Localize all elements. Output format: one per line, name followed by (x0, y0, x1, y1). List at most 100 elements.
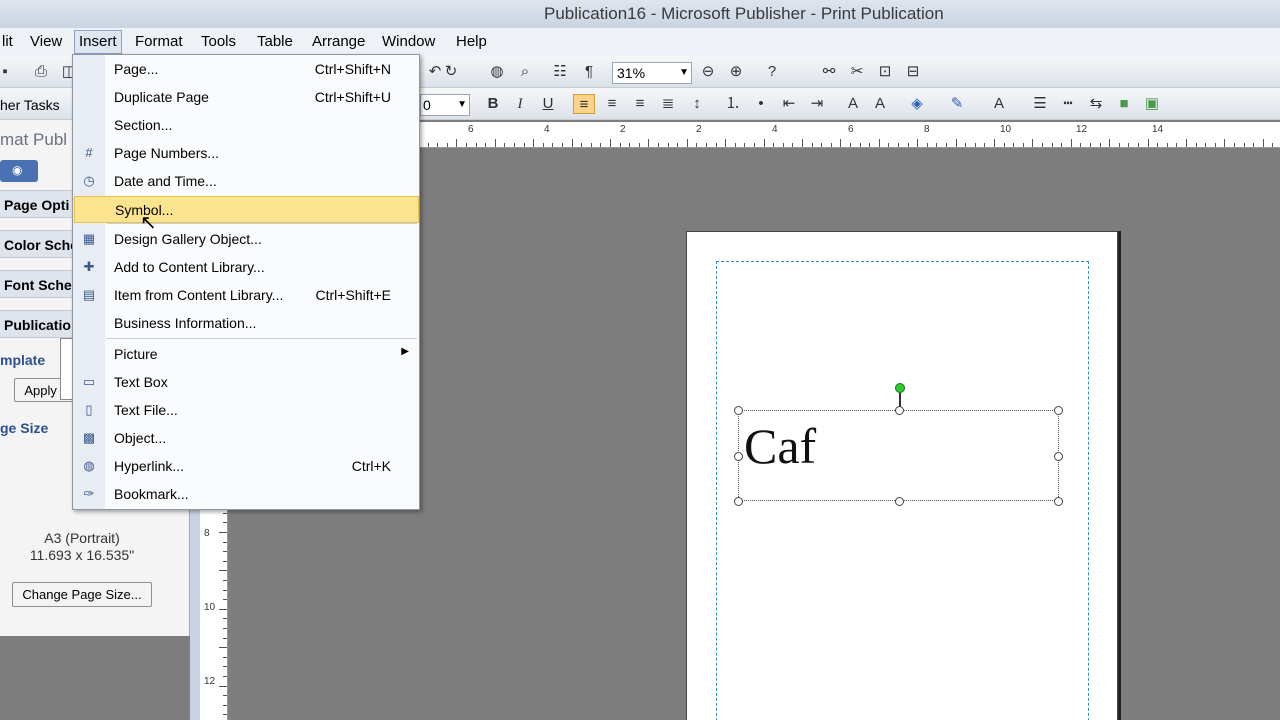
menu-item-page[interactable]: Page... Ctrl+Shift+N (74, 56, 419, 83)
horizontal-ruler[interactable]: 6 4 2 2 4 6 8 10 12 14 (418, 122, 1280, 148)
redo-icon[interactable]: ↻ (440, 62, 462, 82)
ruler-tick (677, 143, 679, 147)
text-box-content[interactable]: Caf (744, 417, 816, 475)
menu-help[interactable]: Help (452, 33, 491, 50)
bullets-icon[interactable]: • (750, 94, 772, 114)
ruler-tick (437, 143, 439, 147)
menu-arrange[interactable]: Arrange (308, 33, 369, 50)
unlink-icon[interactable]: ✂ (846, 62, 868, 82)
resize-handle-r[interactable] (1054, 452, 1063, 461)
menu-item-object[interactable]: ▩ Object... (74, 425, 419, 452)
menu-window[interactable]: Window (378, 33, 439, 50)
menu-item-page-numbers[interactable]: # Page Numbers... (74, 140, 419, 167)
ruler-tick (1138, 143, 1139, 147)
help-icon[interactable]: ? (761, 62, 783, 82)
ruler-label: 10 (1000, 124, 1012, 135)
menu-item-text-box[interactable]: ▭ Text Box (74, 369, 419, 396)
title-bar: Publication16 - Microsoft Publisher - Pr… (0, 0, 1280, 28)
change-page-size-button[interactable]: Change Page Size... (12, 582, 152, 607)
ruler-tick (1042, 143, 1043, 147)
resize-handle-tl[interactable] (734, 406, 743, 415)
add-content-library-icon: ✚ (83, 259, 95, 274)
publisher-tasks-label[interactable]: her Tasks (0, 92, 80, 116)
columns-icon[interactable]: ☷ (549, 62, 571, 82)
ruler-tick (782, 143, 784, 147)
grow-font-icon[interactable]: A (869, 94, 891, 114)
resize-handle-b[interactable] (895, 497, 904, 506)
justify-icon[interactable]: ≣ (657, 94, 679, 114)
menu-bar: lit View Insert Format Tools Table Arran… (0, 28, 1280, 56)
menu-view[interactable]: View (26, 33, 66, 50)
ruler-tick (1176, 143, 1178, 147)
dash-style-icon[interactable]: ┅ (1057, 94, 1079, 114)
align-left-icon[interactable]: ≡ (573, 94, 595, 114)
task-pane-nav-button[interactable]: ◉ (0, 160, 38, 182)
frame2-icon[interactable]: ⊟ (902, 62, 924, 82)
zoom-out-icon[interactable]: ⊖ (697, 62, 719, 82)
shrink-font-icon[interactable]: A (842, 94, 864, 114)
menu-item-duplicate-page[interactable]: Duplicate Page Ctrl+Shift+U (74, 84, 419, 111)
line-spacing-icon[interactable]: ↕ (686, 94, 708, 114)
italic-icon[interactable]: I (509, 94, 531, 114)
resize-handle-l[interactable] (734, 452, 743, 461)
shadow-icon[interactable]: ■ (1113, 94, 1135, 114)
ruler-tick (223, 618, 227, 620)
menu-item-label: Business Information... (114, 315, 257, 331)
ruler-label: 6 (468, 124, 474, 135)
menu-item-hyperlink[interactable]: ◍ Hyperlink... Ctrl+K (74, 453, 419, 480)
fill-color-icon[interactable]: ◈ (906, 94, 928, 114)
increase-indent-icon[interactable]: ⇥ (806, 94, 828, 114)
resize-handle-t[interactable] (895, 406, 904, 415)
arrow-style-icon[interactable]: ⇆ (1085, 94, 1107, 114)
ruler-tick (514, 143, 515, 147)
align-center-icon[interactable]: ≡ (601, 94, 623, 114)
menu-item-add-content-library[interactable]: ✚ Add to Content Library... (74, 254, 419, 281)
underline-icon[interactable]: U (537, 94, 559, 114)
ruler-tick (219, 685, 227, 687)
resize-handle-tr[interactable] (1054, 406, 1063, 415)
zoom-select[interactable]: 31% ▼ (612, 62, 692, 84)
ruler-tick (219, 532, 227, 533)
menu-tools[interactable]: Tools (197, 33, 240, 50)
menu-item-picture[interactable]: Picture ▶ (74, 341, 419, 368)
print-icon[interactable]: ⎙ (30, 62, 52, 82)
frame-icon[interactable]: ⊡ (874, 62, 896, 82)
line-style-icon[interactable]: ☰ (1029, 94, 1051, 114)
rotation-handle[interactable] (895, 383, 905, 393)
save-icon[interactable]: ▪ (0, 62, 16, 82)
link-icon[interactable]: ⚯ (818, 62, 840, 82)
menu-format[interactable]: Format (131, 33, 187, 50)
menu-edit[interactable]: lit (0, 33, 17, 50)
resize-handle-bl[interactable] (734, 497, 743, 506)
menu-item-business-information[interactable]: Business Information... (74, 310, 419, 337)
pilcrow-icon[interactable]: ¶ (578, 62, 600, 82)
menu-item-text-file[interactable]: ▯ Text File... (74, 397, 419, 424)
menu-item-shortcut: Ctrl+K (351, 458, 391, 474)
line-color-icon[interactable]: ✎ (946, 94, 968, 114)
menu-item-content-library[interactable]: ▤ Item from Content Library... Ctrl+Shif… (74, 282, 419, 309)
design-gallery-icon: ▦ (82, 231, 96, 246)
font-color-icon[interactable]: A (988, 94, 1010, 114)
font-size-select[interactable]: 0 ▼ (420, 94, 470, 116)
web-icon[interactable]: ◍ (486, 62, 508, 82)
menu-insert[interactable]: Insert (74, 30, 122, 54)
menu-item-date-time[interactable]: ◷ Date and Time... (74, 168, 419, 195)
menu-table[interactable]: Table (253, 33, 297, 50)
numbering-icon[interactable]: ⒈ (722, 94, 744, 114)
ruler-tick (907, 143, 909, 147)
align-right-icon[interactable]: ≡ (629, 94, 651, 114)
bold-icon[interactable]: B (482, 94, 504, 114)
ruler-tick (1272, 143, 1274, 147)
menu-item-bookmark[interactable]: ✑ Bookmark... (74, 481, 419, 508)
3d-icon[interactable]: ▣ (1141, 94, 1163, 114)
text-box[interactable]: Caf (738, 410, 1059, 501)
zoom-in-icon[interactable]: ⊕ (725, 62, 747, 82)
resize-handle-br[interactable] (1054, 497, 1063, 506)
ruler-tick (1214, 143, 1216, 147)
menu-item-design-gallery[interactable]: ▦ Design Gallery Object... (74, 226, 419, 253)
find-icon[interactable]: ⌕ (514, 62, 536, 82)
menu-item-symbol[interactable]: Symbol... (74, 196, 419, 223)
decrease-indent-icon[interactable]: ⇤ (778, 94, 800, 114)
ruler-tick (974, 143, 976, 147)
menu-item-section[interactable]: Section... (74, 112, 419, 139)
